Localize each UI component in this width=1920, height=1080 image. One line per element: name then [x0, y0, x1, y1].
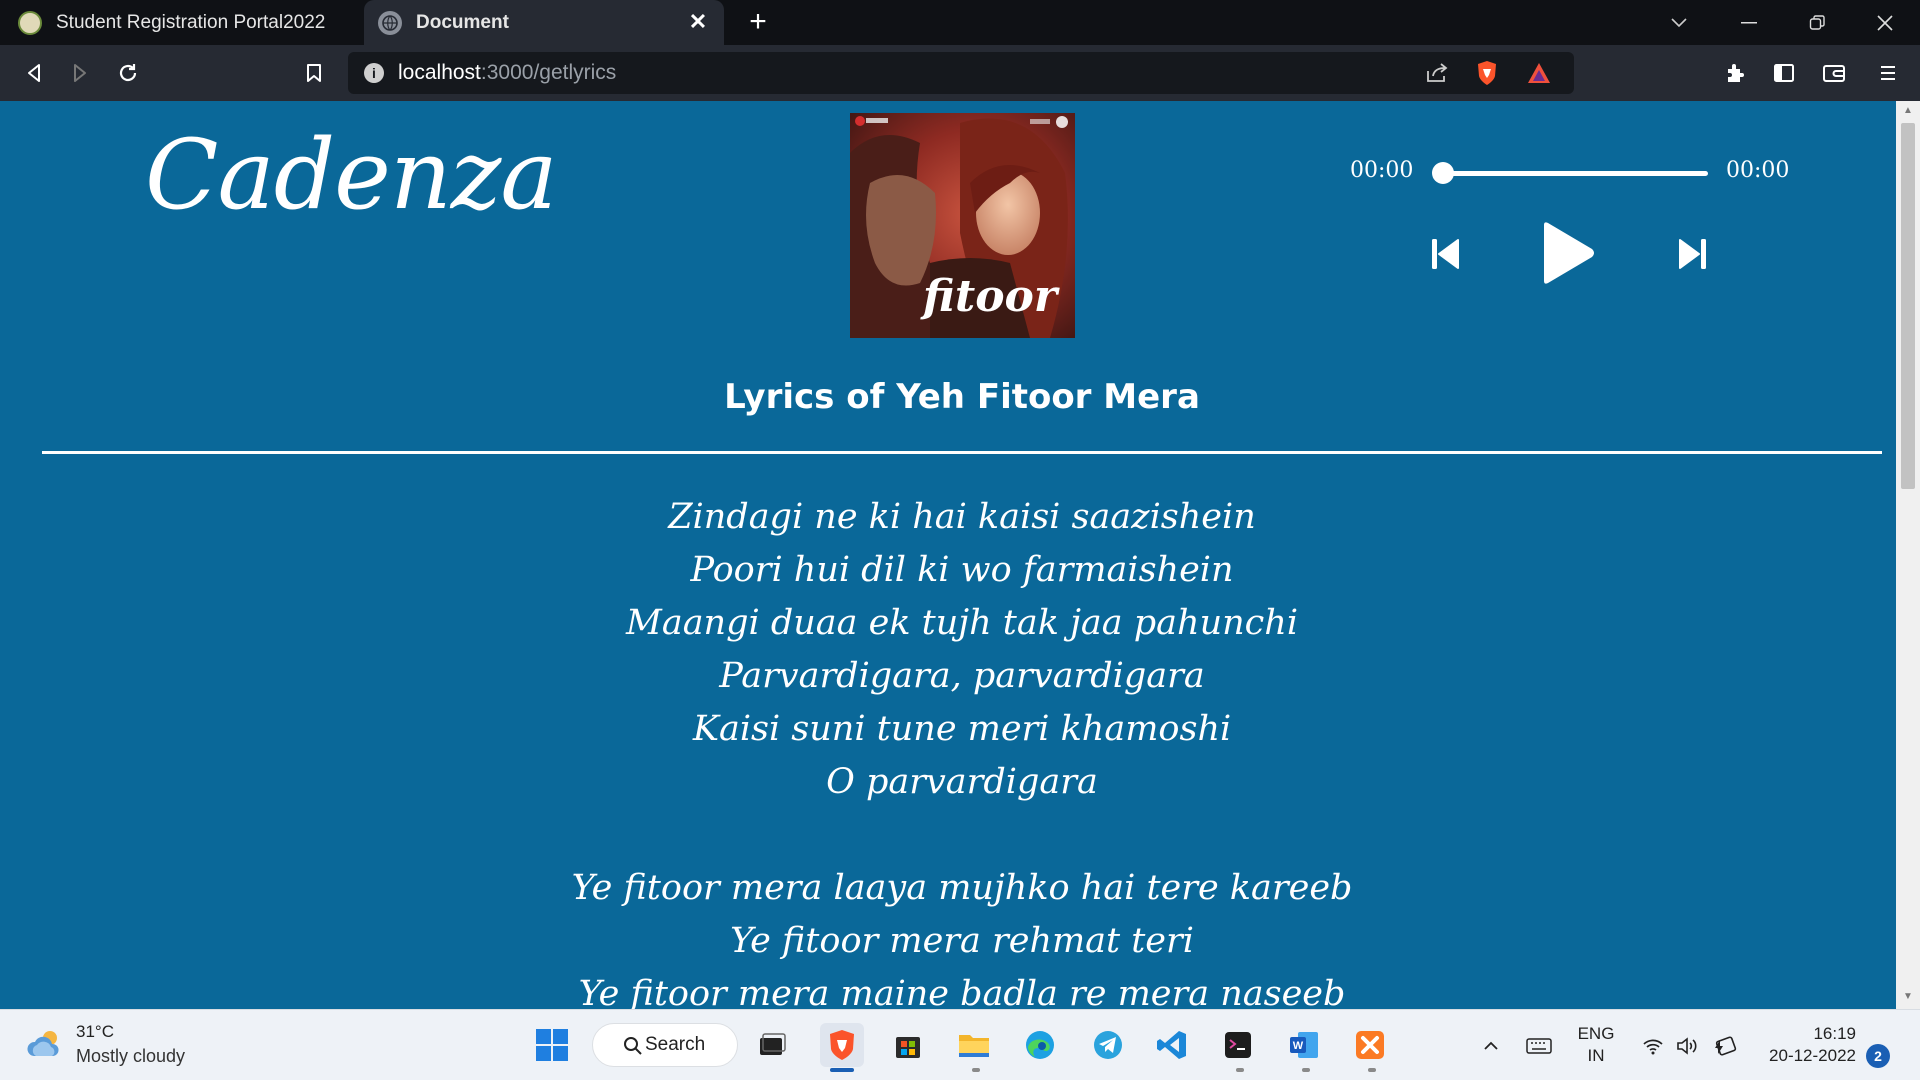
windows-taskbar: 31°C Mostly cloudy Search W ENG IN 16:19… [0, 1009, 1920, 1080]
lyric-line: Ye fitoor mera laaya mujhko hai tere kar… [571, 868, 1353, 908]
lyric-line: Kaisi suni tune meri khamoshi [692, 709, 1232, 749]
menu-icon[interactable] [1872, 57, 1904, 89]
lyric-line: Zindagi ne ki hai kaisi saazishein [668, 497, 1256, 537]
edge-browser-icon[interactable] [1018, 1023, 1062, 1067]
search-icon [624, 1037, 642, 1055]
reload-icon[interactable] [112, 57, 144, 89]
close-tab-icon[interactable]: ✕ [684, 8, 712, 36]
restore-window-icon[interactable] [1790, 0, 1844, 45]
active-app-indicator [830, 1068, 854, 1072]
word-icon[interactable]: W [1282, 1023, 1326, 1067]
page-content: Cadenza fitoor 00:00 00:00 Lyrics of Yeh… [0, 101, 1896, 1009]
lyric-line: Ye fitoor mera rehmat teri [730, 921, 1194, 961]
album-title-text: fitoor [920, 271, 1060, 322]
running-app-indicator [1302, 1068, 1310, 1072]
scrollbar-thumb[interactable] [1901, 123, 1915, 489]
weather-temperature[interactable]: 31°C [76, 1022, 114, 1042]
wallet-icon[interactable] [1818, 57, 1850, 89]
lyric-line: Poori hui dil ki wo farmaishein [690, 550, 1234, 590]
globe-icon [378, 10, 402, 35]
volume-icon[interactable] [1674, 1010, 1702, 1080]
file-explorer-icon[interactable] [952, 1023, 996, 1067]
lyric-line: Maangi duaa ek tujh tak jaa pahunchi [625, 603, 1299, 643]
sidebar-icon[interactable] [1768, 57, 1800, 89]
language-indicator[interactable]: ENG IN [1576, 1023, 1616, 1067]
battery-charging-icon[interactable] [1710, 1010, 1740, 1080]
vscode-icon[interactable] [1150, 1023, 1194, 1067]
app-logo[interactable]: Cadenza [145, 119, 558, 231]
vertical-scrollbar[interactable]: ▲ ▼ [1896, 101, 1920, 1009]
previous-track-button[interactable] [1430, 237, 1460, 276]
tab-search-chevron-icon[interactable] [1652, 0, 1706, 45]
weather-description[interactable]: Mostly cloudy [76, 1046, 185, 1067]
skip-previous-icon [1432, 239, 1459, 269]
new-tab-button[interactable]: + [742, 5, 774, 38]
tab-title: Student Registration Portal2022 [56, 11, 326, 33]
scroll-up-arrow-icon[interactable]: ▲ [1902, 105, 1914, 117]
lyric-stanza-gap [0, 809, 1896, 862]
brave-rewards-icon[interactable] [1526, 60, 1552, 86]
show-hidden-icons-chevron-icon[interactable] [1478, 1010, 1504, 1080]
browser-toolbar: i localhost:3000/getlyrics [0, 45, 1920, 101]
url-text[interactable]: localhost:3000/getlyrics [398, 61, 616, 85]
cloud-weather-icon[interactable] [26, 1028, 66, 1065]
tab-student-registration[interactable]: Student Registration Portal2022 [0, 0, 364, 45]
forward-arrow-icon[interactable] [64, 57, 96, 89]
microsoft-store-icon[interactable] [886, 1023, 930, 1067]
brave-browser-taskbar-icon[interactable] [820, 1023, 864, 1067]
address-bar[interactable]: i localhost:3000/getlyrics [348, 52, 1574, 94]
share-icon[interactable] [1424, 60, 1450, 86]
browser-tab-strip: Student Registration Portal2022 Document… [0, 0, 1920, 45]
close-window-icon[interactable] [1858, 0, 1912, 45]
duration-time: 00:00 [1726, 158, 1790, 183]
back-arrow-icon[interactable] [18, 57, 50, 89]
lyric-line: Parvardigara, parvardigara [719, 656, 1205, 696]
telegram-icon[interactable] [1086, 1023, 1130, 1067]
lyrics-body: Zindagi ne ki hai kaisi saazishein Poori… [0, 491, 1896, 1009]
bookmark-icon[interactable] [298, 57, 330, 89]
current-time: 00:00 [1350, 158, 1414, 183]
tab-title: Document [416, 11, 509, 33]
tab-document[interactable]: Document ✕ [364, 0, 724, 45]
scroll-down-arrow-icon[interactable]: ▼ [1902, 991, 1914, 1003]
taskbar-search[interactable]: Search [592, 1023, 738, 1067]
lyric-line: Ye fitoor mera maine badla re mera nasee… [578, 974, 1346, 1009]
play-icon [1544, 222, 1594, 284]
lyrics-heading: Lyrics of Yeh Fitoor Mera [724, 377, 1200, 417]
running-app-indicator [972, 1068, 980, 1072]
keyboard-icon[interactable] [1524, 1010, 1554, 1080]
search-label: Search [645, 1034, 706, 1055]
seek-track[interactable] [1440, 171, 1708, 176]
album-cover: fitoor [850, 113, 1075, 338]
windows-start-icon[interactable] [530, 1023, 574, 1067]
globe-emblem-icon [18, 10, 42, 35]
system-clock[interactable]: 16:19 20-12-2022 [1756, 1023, 1856, 1067]
svg-text:W: W [1293, 1040, 1304, 1052]
seek-knob[interactable] [1432, 162, 1454, 184]
extensions-puzzle-icon[interactable] [1720, 57, 1752, 89]
play-button[interactable] [1538, 219, 1598, 292]
lyric-line: O parvardigara [826, 762, 1098, 802]
task-view-icon[interactable] [750, 1023, 794, 1067]
audio-player: 00:00 00:00 [1350, 141, 1800, 301]
minimize-window-icon[interactable] [1722, 0, 1776, 45]
running-app-indicator [1236, 1068, 1244, 1072]
clock-time: 16:19 [1813, 1024, 1856, 1043]
brave-shields-icon[interactable] [1474, 60, 1500, 86]
wifi-icon[interactable] [1640, 1010, 1666, 1080]
running-app-indicator [1368, 1068, 1376, 1072]
skip-next-icon [1679, 239, 1706, 269]
next-track-button[interactable] [1678, 237, 1708, 276]
xampp-icon[interactable] [1348, 1023, 1392, 1067]
site-info-icon[interactable]: i [364, 63, 384, 83]
divider [42, 451, 1882, 454]
notification-badge[interactable]: 2 [1866, 1044, 1890, 1068]
terminal-icon[interactable] [1216, 1023, 1260, 1067]
clock-date: 20-12-2022 [1769, 1046, 1856, 1065]
